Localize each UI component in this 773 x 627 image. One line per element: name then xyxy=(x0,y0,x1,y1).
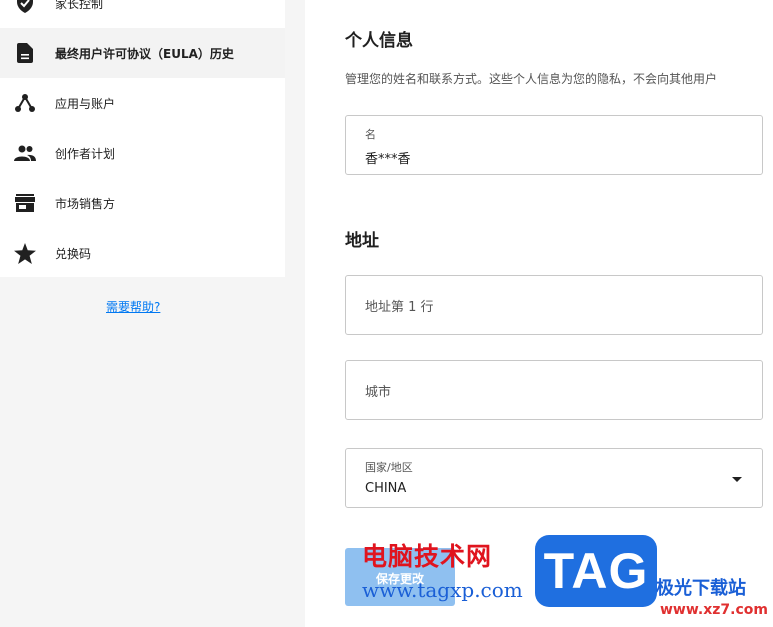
sidebar-item-marketplace-seller[interactable]: 市场销售方 xyxy=(0,178,285,228)
sidebar-menu: 家长控制 最终用户许可协议（EULA）历史 应用与账户 创作者计划 市场销售方 xyxy=(0,0,285,277)
country-select[interactable]: 国家/地区 CHINA xyxy=(345,448,763,508)
personal-info-title: 个人信息 xyxy=(345,31,413,51)
address-title: 地址 xyxy=(345,231,379,251)
sidebar: 家长控制 最终用户许可协议（EULA）历史 应用与账户 创作者计划 市场销售方 xyxy=(0,0,305,627)
city-placeholder: 城市 xyxy=(365,384,392,400)
nodes-icon xyxy=(14,92,36,114)
people-icon xyxy=(14,142,36,164)
sidebar-item-creator-program[interactable]: 创作者计划 xyxy=(0,128,285,178)
watermark-brand: 电脑技术网 xyxy=(362,542,493,571)
city-input[interactable]: 城市 xyxy=(345,360,763,420)
sidebar-item-label: 创作者计划 xyxy=(55,146,116,161)
sidebar-item-label: 最终用户许可协议（EULA）历史 xyxy=(55,46,234,61)
personal-info-description: 管理您的姓名和联系方式。这些个人信息为您的隐私，不会向其他用户 xyxy=(345,72,718,86)
document-icon xyxy=(14,42,36,64)
watermark-url: www.tagxp.com xyxy=(362,578,523,602)
watermark-site: 极光下载站 xyxy=(656,578,746,599)
sidebar-item-eula-history[interactable]: 最终用户许可协议（EULA）历史 xyxy=(0,28,285,78)
star-icon xyxy=(14,242,36,264)
watermark-logo: TAG xyxy=(535,535,657,607)
sidebar-item-label: 市场销售方 xyxy=(55,196,116,211)
main-content: 个人信息 管理您的姓名和联系方式。这些个人信息为您的隐私，不会向其他用户 名 香… xyxy=(305,0,773,627)
name-field[interactable]: 名 香***香 xyxy=(345,115,763,175)
sidebar-item-apps-accounts[interactable]: 应用与账户 xyxy=(0,78,285,128)
store-icon xyxy=(14,192,36,214)
country-select-value: CHINA xyxy=(365,481,407,496)
sidebar-item-label: 兑换码 xyxy=(55,246,92,261)
help-link[interactable]: 需要帮助? xyxy=(106,298,160,315)
shield-check-icon xyxy=(14,0,36,14)
sidebar-item-parental-controls[interactable]: 家长控制 xyxy=(0,0,285,28)
watermark-site-url: www.xz7.com xyxy=(660,602,768,618)
address-line1-placeholder: 地址第 1 行 xyxy=(365,299,434,315)
name-field-label: 名 xyxy=(365,128,376,141)
sidebar-item-label: 家长控制 xyxy=(55,0,104,11)
name-field-value: 香***香 xyxy=(365,152,411,167)
sidebar-item-label: 应用与账户 xyxy=(55,96,116,111)
country-select-label: 国家/地区 xyxy=(365,461,413,474)
sidebar-item-redeem-code[interactable]: 兑换码 xyxy=(0,228,285,278)
chevron-down-icon xyxy=(732,477,742,482)
address-line1-input[interactable]: 地址第 1 行 xyxy=(345,275,763,335)
